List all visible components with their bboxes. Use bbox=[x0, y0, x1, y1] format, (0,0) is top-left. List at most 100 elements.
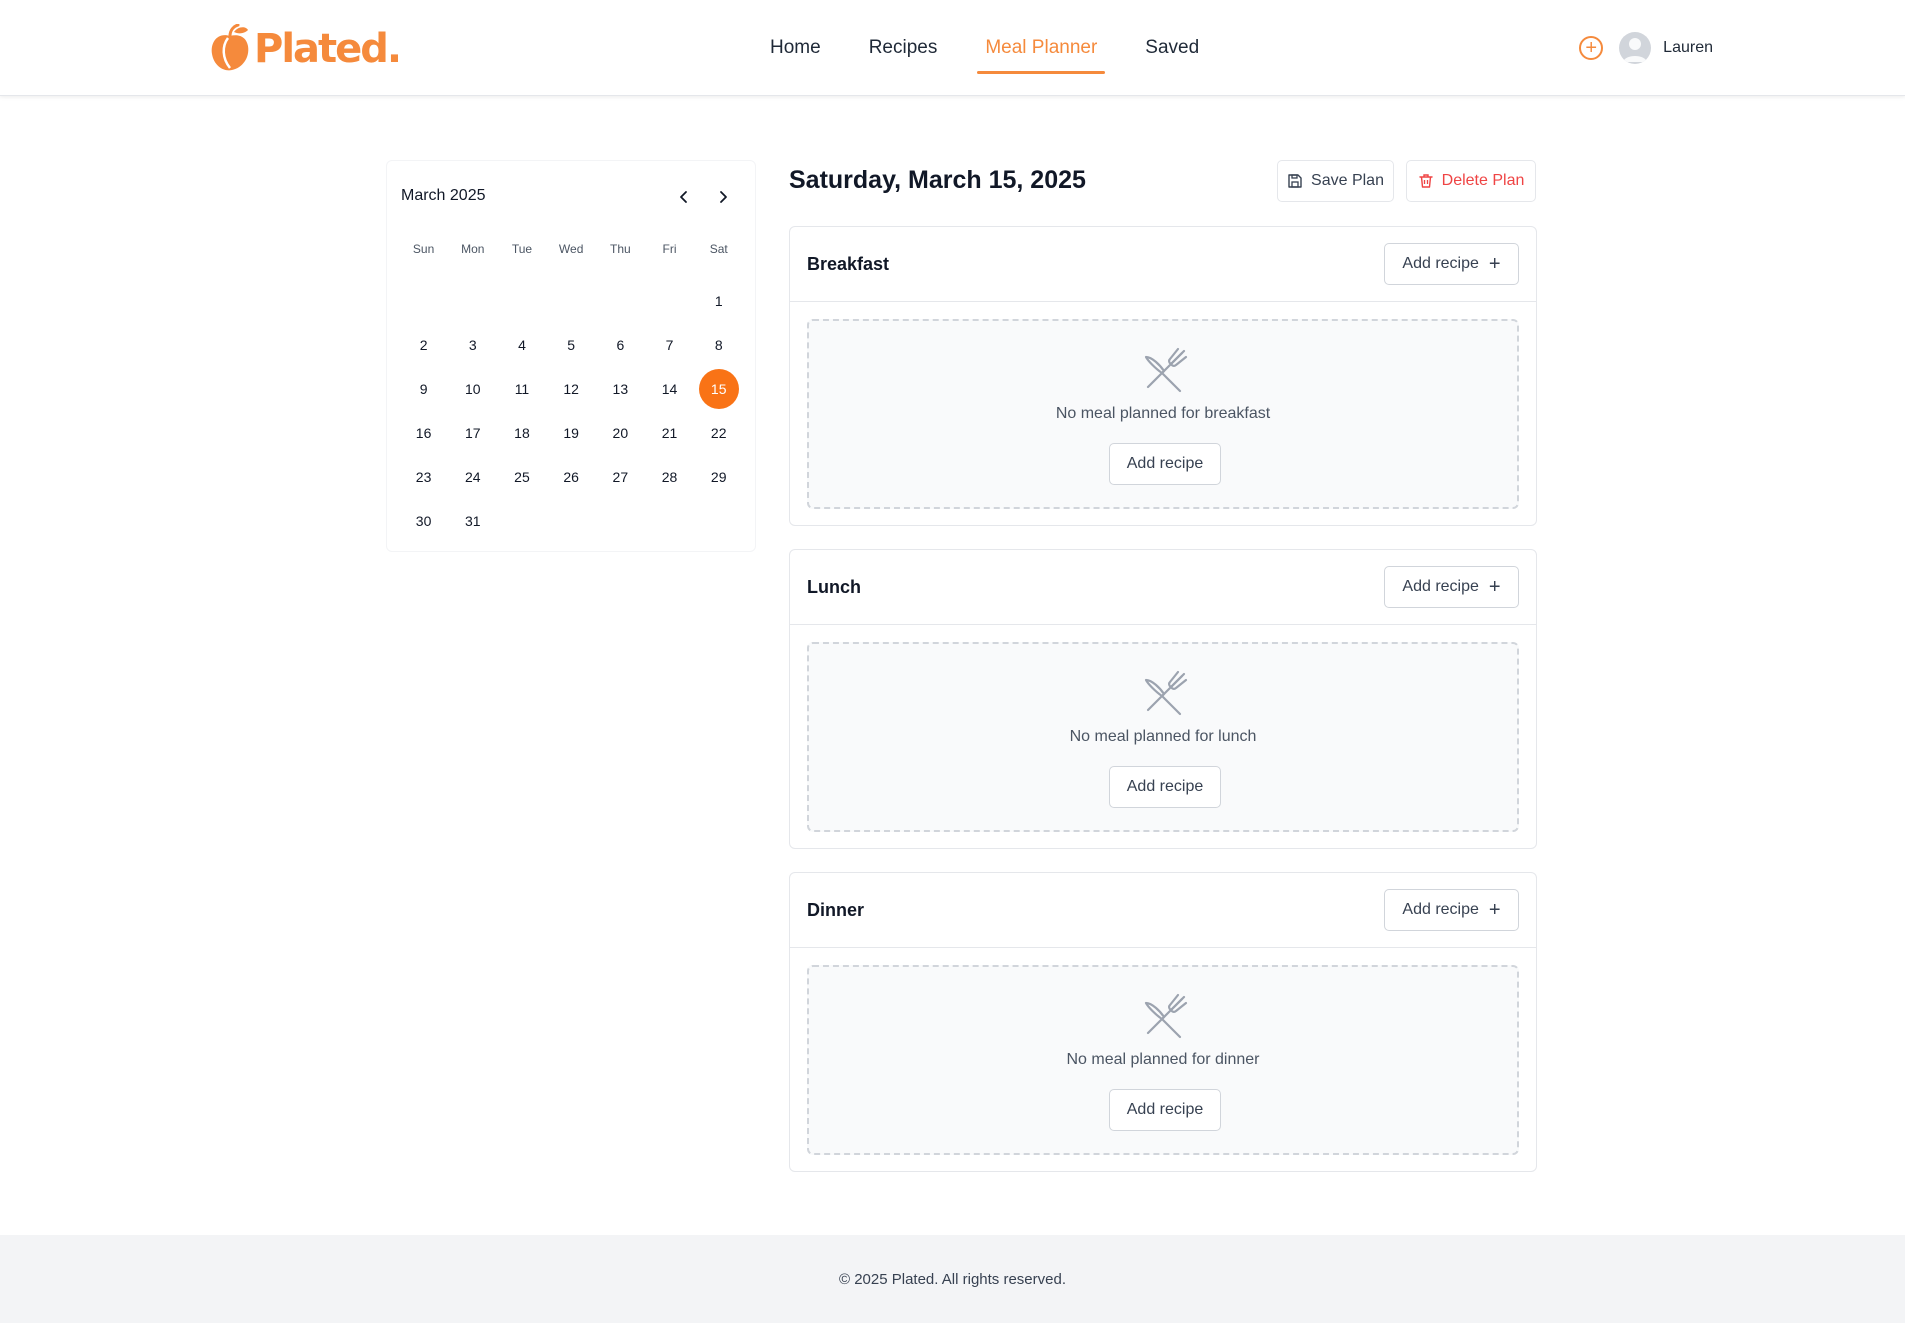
weekday-label: Sat bbox=[709, 242, 728, 256]
calendar-empty-cell bbox=[497, 279, 546, 323]
calendar-empty-cell bbox=[547, 279, 596, 323]
empty-meal-placeholder: No meal planned for lunch Add recipe bbox=[807, 642, 1519, 832]
calendar-day-number: 26 bbox=[563, 469, 579, 485]
footer-copyright: © 2025 Plated. All rights reserved. bbox=[838, 1270, 1066, 1288]
calendar-day[interactable]: 10 bbox=[448, 367, 497, 411]
calendar-day[interactable]: 1 bbox=[694, 279, 743, 323]
calendar-day-number: 3 bbox=[468, 337, 477, 353]
meal-title: Lunch bbox=[807, 577, 861, 597]
meal-title: Breakfast bbox=[807, 254, 890, 274]
calendar-day-number: 11 bbox=[514, 381, 530, 397]
trash-icon bbox=[1418, 174, 1433, 188]
calendar-day[interactable]: 16 bbox=[399, 411, 448, 455]
calendar-day[interactable]: 26 bbox=[547, 455, 596, 499]
add-recipe-button[interactable]: Add recipe + bbox=[1384, 566, 1519, 608]
calendar-day-number: 27 bbox=[612, 469, 629, 485]
calendar-day[interactable]: 17 bbox=[448, 411, 497, 455]
calendar-day[interactable]: 23 bbox=[399, 455, 448, 499]
calendar-day-number: 4 bbox=[518, 337, 526, 353]
utensils-crossed-icon bbox=[1144, 670, 1188, 716]
nav-meal-planner[interactable]: Meal Planner bbox=[977, 0, 1106, 96]
nav-recipes[interactable]: Recipes bbox=[869, 0, 938, 96]
empty-meal-placeholder: No meal planned for dinner Add recipe bbox=[807, 965, 1519, 1155]
add-recipe-empty-button[interactable]: Add recipe bbox=[1109, 443, 1221, 485]
save-plan-label: Save Plan bbox=[1311, 172, 1384, 189]
calendar-day-number: 31 bbox=[464, 513, 481, 529]
add-recipe-label: Add recipe bbox=[1402, 901, 1479, 918]
save-icon bbox=[1288, 174, 1302, 188]
calendar-day-number: 6 bbox=[616, 337, 625, 353]
calendar-day[interactable]: 18 bbox=[497, 411, 546, 455]
weekday-label: Thu bbox=[610, 242, 631, 256]
weekday-label: Tue bbox=[511, 242, 533, 256]
calendar-day[interactable]: 14 bbox=[645, 367, 694, 411]
meal-card-breakfast: Breakfast Add recipe + No meal planned f… bbox=[789, 226, 1537, 526]
nav-saved[interactable]: Saved bbox=[1145, 0, 1199, 96]
brand-name: Plated. bbox=[254, 26, 402, 72]
calendar-empty-cell bbox=[645, 279, 694, 323]
main-nav: Home Recipes Meal Planner Saved bbox=[770, 0, 1247, 96]
plus-circle-icon[interactable]: + bbox=[1579, 36, 1604, 60]
meal-card-dinner: Dinner Add recipe + No meal planned for … bbox=[789, 872, 1537, 1172]
calendar-day-number: 15 bbox=[698, 369, 739, 409]
calendar-day[interactable]: 12 bbox=[547, 367, 596, 411]
calendar-day-number: 29 bbox=[710, 469, 727, 485]
delete-plan-button[interactable]: Delete Plan bbox=[1406, 160, 1536, 202]
calendar-day[interactable]: 11 bbox=[497, 367, 546, 411]
weekday-label: Fri bbox=[662, 242, 677, 256]
user-avatar-icon[interactable] bbox=[1619, 32, 1652, 64]
user-name[interactable]: Lauren bbox=[1663, 39, 1713, 57]
calendar-day[interactable]: 30 bbox=[399, 499, 448, 543]
calendar-day[interactable]: 8 bbox=[694, 323, 743, 367]
delete-plan-label: Delete Plan bbox=[1441, 172, 1525, 189]
calendar-day-number: 17 bbox=[464, 425, 481, 441]
chevron-left-icon[interactable] bbox=[670, 183, 698, 211]
calendar-day-number: 18 bbox=[514, 425, 530, 441]
calendar-day[interactable]: 27 bbox=[596, 455, 645, 499]
calendar-day[interactable]: 19 bbox=[547, 411, 596, 455]
calendar-day[interactable]: 9 bbox=[399, 367, 448, 411]
calendar-day[interactable]: 5 bbox=[547, 323, 596, 367]
header: Plated. Home Recipes Meal Planner Saved … bbox=[0, 0, 1905, 96]
empty-meal-placeholder: No meal planned for breakfast Add recipe bbox=[807, 319, 1519, 509]
chevron-right-icon[interactable] bbox=[709, 183, 737, 211]
add-recipe-button[interactable]: Add recipe + bbox=[1384, 889, 1519, 931]
add-recipe-button[interactable]: Add recipe + bbox=[1384, 243, 1519, 285]
calendar-day[interactable]: 22 bbox=[694, 411, 743, 455]
calendar-day[interactable]: 3 bbox=[448, 323, 497, 367]
empty-meal-text: No meal planned for lunch bbox=[1069, 728, 1257, 745]
meal-card-header: Dinner Add recipe + bbox=[790, 873, 1536, 948]
calendar-day-selected[interactable]: 15 bbox=[694, 367, 743, 411]
calendar-day[interactable]: 25 bbox=[497, 455, 546, 499]
calendar-day[interactable]: 7 bbox=[645, 323, 694, 367]
calendar-day[interactable]: 21 bbox=[645, 411, 694, 455]
add-recipe-empty-button[interactable]: Add recipe bbox=[1109, 766, 1221, 808]
calendar-month-label: March 2025 bbox=[401, 187, 486, 204]
calendar-day-number: 25 bbox=[514, 469, 530, 485]
calendar-day[interactable]: 24 bbox=[448, 455, 497, 499]
weekday-label: Mon bbox=[461, 242, 485, 256]
calendar-day-number: 9 bbox=[419, 381, 428, 397]
logo[interactable]: Plated. bbox=[208, 22, 402, 76]
calendar-empty-cell bbox=[399, 279, 448, 323]
calendar-day[interactable]: 29 bbox=[694, 455, 743, 499]
empty-meal-text: No meal planned for dinner bbox=[1066, 1051, 1260, 1068]
calendar-day[interactable]: 13 bbox=[596, 367, 645, 411]
calendar-day[interactable]: 2 bbox=[399, 323, 448, 367]
meal-card-header: Breakfast Add recipe + bbox=[790, 227, 1536, 302]
peach-logo-icon bbox=[211, 24, 249, 71]
calendar-day-number: 2 bbox=[419, 337, 428, 353]
calendar-day-number: 1 bbox=[714, 293, 723, 309]
save-plan-button[interactable]: Save Plan bbox=[1277, 160, 1394, 202]
calendar-empty-cell bbox=[596, 279, 645, 323]
plus-icon: + bbox=[1488, 576, 1501, 598]
calendar-day-number: 21 bbox=[661, 425, 678, 441]
add-recipe-empty-button[interactable]: Add recipe bbox=[1109, 1089, 1221, 1131]
calendar-day[interactable]: 4 bbox=[497, 323, 546, 367]
calendar-day[interactable]: 20 bbox=[596, 411, 645, 455]
calendar-day[interactable]: 6 bbox=[596, 323, 645, 367]
calendar-day-number: 22 bbox=[710, 425, 727, 441]
calendar-day[interactable]: 28 bbox=[645, 455, 694, 499]
calendar-day[interactable]: 31 bbox=[448, 499, 497, 543]
nav-home[interactable]: Home bbox=[770, 0, 821, 96]
